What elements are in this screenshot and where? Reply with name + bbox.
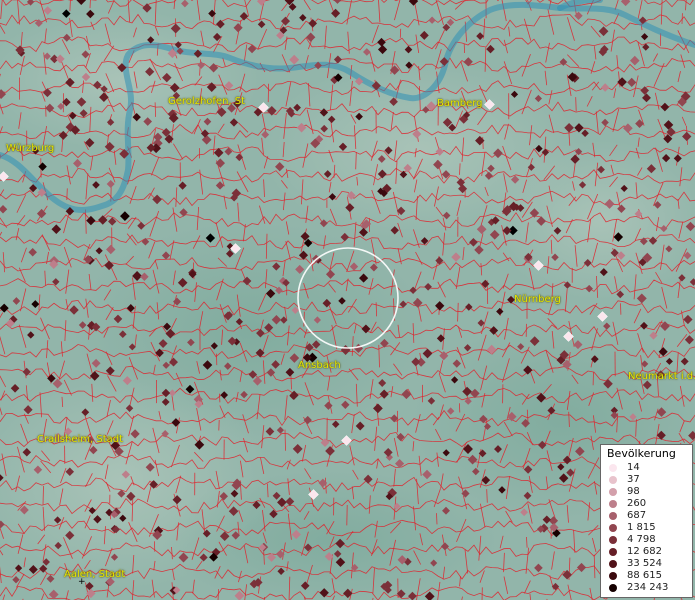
legend-item: 37	[601, 474, 694, 486]
legend-value: 37	[627, 474, 640, 485]
legend-value: 1 815	[627, 522, 656, 533]
legend-value: 98	[627, 486, 640, 497]
legend-title: Bevölkerung	[607, 447, 676, 460]
legend-item: 234 243	[601, 582, 694, 594]
city-label-aalen[interactable]: Aalen, Stadt	[64, 569, 125, 581]
legend-item: 260	[601, 498, 694, 510]
legend-item: 33 524	[601, 558, 694, 570]
city-label-ansbach[interactable]: Ansbach	[298, 360, 341, 372]
legend-item: 14	[601, 462, 694, 474]
legend-swatch	[609, 584, 617, 592]
legend-swatch	[609, 548, 617, 556]
legend-swatch	[609, 524, 617, 532]
city-label-bamberg[interactable]: Bamberg	[437, 98, 483, 110]
legend-value: 687	[627, 510, 647, 521]
legend-swatch	[609, 536, 617, 544]
legend-item: 687	[601, 510, 694, 522]
legend-value: 260	[627, 498, 647, 509]
legend-swatch	[609, 500, 617, 508]
legend-value: 14	[627, 462, 640, 473]
legend-value: 88 615	[627, 570, 662, 581]
population-legend: Bevölkerung 14 37 98 260 687 1 815 4 798…	[600, 444, 693, 598]
legend-value: 4 798	[627, 534, 656, 545]
legend-item: 4 798	[601, 534, 694, 546]
city-label-gerolzhofen[interactable]: Gerolzhofen, St	[168, 96, 245, 108]
legend-value: 12 682	[627, 546, 662, 557]
legend-swatch	[609, 560, 617, 568]
city-label-neumarkt[interactable]: Neumarkt i.d.	[628, 371, 695, 383]
legend-swatch	[609, 572, 617, 580]
city-label-nuernberg[interactable]: Nürnberg	[514, 294, 561, 306]
legend-value: 234 243	[627, 582, 669, 593]
map-canvas[interactable]	[0, 0, 695, 600]
legend-swatch	[609, 464, 617, 472]
city-label-crailsheim[interactable]: Crailsheim, Stadt	[37, 434, 123, 446]
legend-swatch	[609, 512, 617, 520]
legend-item: 88 615	[601, 570, 694, 582]
legend-swatch	[609, 476, 617, 484]
legend-item: 12 682	[601, 546, 694, 558]
legend-item: 1 815	[601, 522, 694, 534]
legend-swatch	[609, 488, 617, 496]
legend-value: 33 524	[627, 558, 662, 569]
legend-plus-marker: +	[78, 577, 86, 587]
legend-item: 98	[601, 486, 694, 498]
city-label-wuerzburg[interactable]: Würzburg	[6, 143, 54, 155]
